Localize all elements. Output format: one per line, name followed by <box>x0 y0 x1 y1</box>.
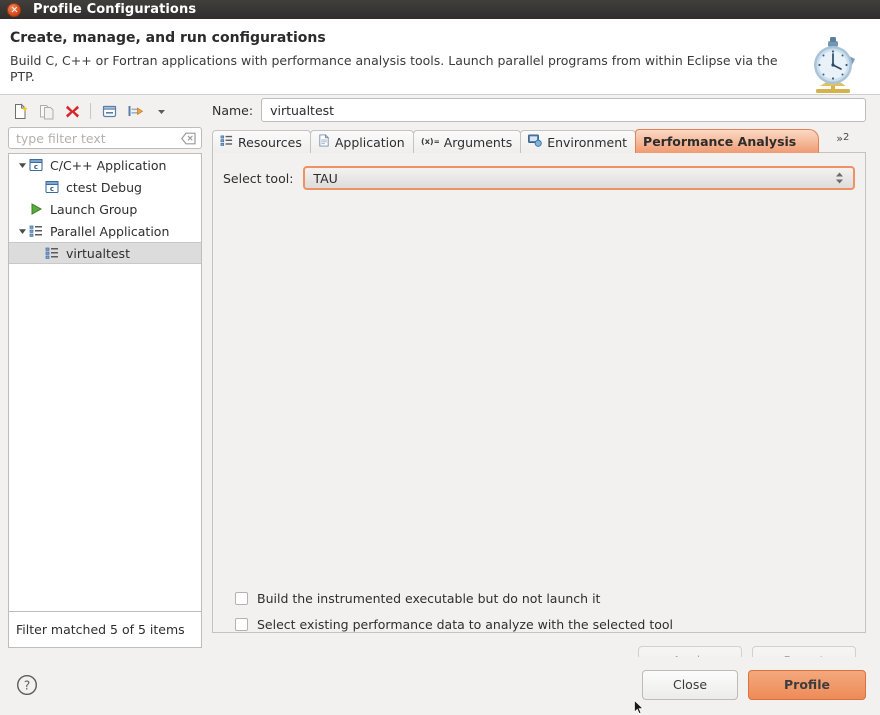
select-tool-value: TAU <box>313 170 338 186</box>
select-tool-row: Select tool: TAU <box>223 165 855 191</box>
dialog-footer: ? Close Profile <box>0 657 880 712</box>
svg-text:c: c <box>50 185 54 193</box>
c-application-icon: c <box>29 158 46 172</box>
checkbox-box[interactable] <box>235 591 248 605</box>
window-title: Profile Configurations <box>33 2 197 17</box>
checkbox-box[interactable] <box>235 617 248 631</box>
name-row: Name: <box>212 97 866 123</box>
collapse-all-icon[interactable] <box>97 99 121 123</box>
tree-item-label: Launch Group <box>50 201 138 217</box>
parallel-application-icon <box>45 246 62 260</box>
launch-group-icon <box>29 202 46 216</box>
tab-label: Environment <box>547 134 628 150</box>
window-titlebar: Profile Configurations <box>0 0 880 19</box>
page-description: Build C, C++ or Fortran applications wit… <box>10 53 778 84</box>
configurations-panel: c C/C++ Application c ctest Debug <box>6 97 204 649</box>
arguments-icon: (x)= <box>421 135 440 150</box>
tab-label: Resources <box>238 134 302 150</box>
new-configuration-icon[interactable] <box>8 99 32 123</box>
duplicate-configuration-icon[interactable] <box>34 99 58 123</box>
view-menu-chevron-down-icon[interactable] <box>149 99 173 123</box>
filter-icon[interactable] <box>123 99 147 123</box>
resources-icon <box>220 134 233 150</box>
filter-box[interactable] <box>8 127 202 149</box>
help-icon[interactable]: ? <box>16 674 38 696</box>
tab-overflow-button[interactable]: » 2 <box>822 130 859 153</box>
filter-input[interactable] <box>14 129 181 147</box>
tab-label: Performance Analysis <box>643 134 797 149</box>
select-tool-combo[interactable]: TAU <box>303 166 855 190</box>
checkbox-label: Build the instrumented executable but do… <box>257 590 601 606</box>
checkbox-label: Select existing performance data to anal… <box>257 616 673 632</box>
tab-application[interactable]: Application <box>309 130 414 153</box>
svg-text:c: c <box>34 163 38 171</box>
tree-item-virtualtest[interactable]: virtualtest <box>9 242 201 264</box>
tab-environment[interactable]: Environment <box>520 130 637 153</box>
tab-arguments[interactable]: (x)= Arguments <box>412 130 522 153</box>
configuration-editor: Name: Resources <box>212 97 866 674</box>
tree-toolbar <box>6 97 204 125</box>
tree-item-parallel-application[interactable]: Parallel Application <box>9 220 201 242</box>
performance-analysis-panel: Select tool: TAU Build the instrumented … <box>212 152 866 633</box>
tree-item-label: ctest Debug <box>66 179 142 195</box>
checkbox-select-existing-data[interactable]: Select existing performance data to anal… <box>235 611 673 637</box>
tab-overflow-symbol: » <box>836 132 843 145</box>
c-application-icon: c <box>45 180 62 194</box>
close-button[interactable]: Close <box>642 669 738 700</box>
filter-status: Filter matched 5 of 5 items <box>8 612 202 648</box>
checkbox-build-instrumented[interactable]: Build the instrumented executable but do… <box>235 585 673 611</box>
clear-icon[interactable] <box>181 132 196 145</box>
tree-item-label: C/C++ Application <box>50 157 167 173</box>
mouse-cursor <box>634 700 644 715</box>
svg-text:(x)=: (x)= <box>421 136 439 146</box>
environment-icon <box>528 134 542 150</box>
tree-item-c-cpp-application[interactable]: c C/C++ Application <box>9 154 201 176</box>
stopwatch-icon <box>814 37 855 93</box>
tree-item-ctest-debug[interactable]: c ctest Debug <box>9 176 201 198</box>
expand-twisty-icon[interactable] <box>15 161 29 170</box>
application-icon <box>318 133 330 150</box>
select-tool-label: Select tool: <box>223 170 294 186</box>
tree-item-label: Parallel Application <box>50 223 170 239</box>
configurations-tree[interactable]: c C/C++ Application c ctest Debug Launch… <box>8 153 202 612</box>
combo-spinner-icon[interactable] <box>835 172 844 184</box>
tree-item-launch-group[interactable]: Launch Group <box>9 198 201 220</box>
tab-resources[interactable]: Resources <box>212 130 311 153</box>
name-input[interactable] <box>268 101 859 119</box>
name-label: Name: <box>212 102 254 118</box>
tab-label: Application <box>334 134 405 150</box>
tab-performance-analysis[interactable]: Performance Analysis <box>635 129 820 153</box>
name-field[interactable] <box>261 98 866 122</box>
tab-label: Arguments <box>443 134 513 150</box>
tree-item-label: virtualtest <box>66 245 130 261</box>
expand-twisty-icon[interactable] <box>15 227 29 236</box>
window-close-icon[interactable] <box>7 2 21 17</box>
tab-overflow-count: 2 <box>842 132 850 143</box>
tab-bar: Resources Application (x)= Arguments Env… <box>212 129 866 153</box>
profile-button[interactable]: Profile <box>748 669 866 700</box>
dialog-header: Create, manage, and run configurations B… <box>0 19 880 95</box>
page-title: Create, manage, and run configurations <box>10 30 326 46</box>
svg-text:?: ? <box>24 678 30 692</box>
dialog-body: c C/C++ Application c ctest Debug <box>0 95 880 674</box>
performance-options: Build the instrumented executable but do… <box>235 585 673 637</box>
delete-configuration-icon[interactable] <box>60 99 84 123</box>
toolbar-separator <box>90 103 91 119</box>
parallel-application-icon <box>29 224 46 238</box>
